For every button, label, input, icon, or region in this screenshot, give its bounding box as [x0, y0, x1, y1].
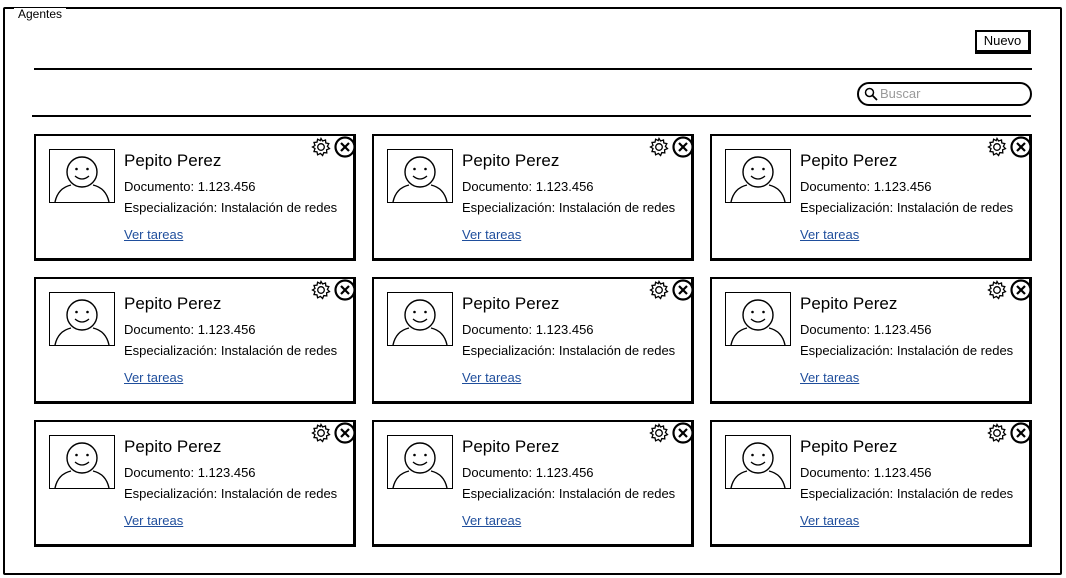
agent-document: Documento: 1.123.456 — [124, 465, 256, 480]
agent-name: Pepito Perez — [462, 437, 560, 456]
close-icon[interactable] — [672, 136, 694, 158]
agent-card: Pepito Perez Documento: 1.123.456 Especial… — [372, 134, 694, 261]
close-icon[interactable] — [334, 279, 356, 301]
agent-specialization: Especialización: Instalación de redes — [124, 200, 338, 215]
agent-document: Documento: 1.123.456 — [462, 465, 594, 480]
avatar — [49, 292, 115, 346]
agent-document: Documento: 1.123.456 — [462, 322, 594, 337]
agent-specialization: Especialización: Instalación de redes — [124, 486, 338, 501]
agent-name: Pepito Perez — [124, 294, 222, 313]
agent-name: Pepito Perez — [800, 437, 898, 456]
close-icon[interactable] — [1010, 422, 1032, 444]
divider-top — [34, 68, 1032, 70]
agent-name: Pepito Perez — [462, 151, 560, 170]
agent-document: Documento: 1.123.456 — [800, 322, 932, 337]
agent-card: Pepito Perez Documento: 1.123.456 Especial… — [34, 277, 356, 404]
agent-document: Documento: 1.123.456 — [800, 179, 932, 194]
avatar — [49, 435, 115, 489]
search-icon — [864, 87, 878, 101]
view-tasks-link[interactable]: Ver tareas — [124, 513, 183, 529]
agent-card: Pepito Perez Documento: 1.123.456 Especial… — [34, 134, 356, 261]
view-tasks-link[interactable]: Ver tareas — [124, 370, 183, 386]
divider-bottom — [32, 115, 1031, 117]
agent-specialization: Especialización: Instalación de redes — [800, 200, 1014, 215]
agent-card: Pepito Perez Documento: 1.123.456 Especial… — [372, 420, 694, 547]
view-tasks-link[interactable]: Ver tareas — [124, 227, 183, 243]
agent-specialization: Especialización: Instalación de redes — [462, 486, 676, 501]
avatar — [725, 149, 791, 203]
agent-name: Pepito Perez — [462, 294, 560, 313]
gear-icon[interactable] — [987, 423, 1007, 443]
avatar — [725, 292, 791, 346]
agent-name: Pepito Perez — [800, 151, 898, 170]
search-placeholder: Buscar — [880, 86, 921, 101]
avatar — [387, 149, 453, 203]
gear-icon[interactable] — [311, 423, 331, 443]
view-tasks-link[interactable]: Ver tareas — [800, 370, 859, 386]
close-icon[interactable] — [672, 279, 694, 301]
agent-document: Documento: 1.123.456 — [124, 322, 256, 337]
close-icon[interactable] — [1010, 136, 1032, 158]
agent-card: Pepito Perez Documento: 1.123.456 Especial… — [710, 134, 1032, 261]
avatar — [725, 435, 791, 489]
agent-specialization: Especialización: Instalación de redes — [800, 486, 1014, 501]
agent-card: Pepito Perez Documento: 1.123.456 Especial… — [34, 420, 356, 547]
agent-specialization: Especialización: Instalación de redes — [462, 200, 676, 215]
view-tasks-link[interactable]: Ver tareas — [800, 513, 859, 529]
close-icon[interactable] — [1010, 279, 1032, 301]
avatar — [49, 149, 115, 203]
close-icon[interactable] — [334, 422, 356, 444]
avatar — [387, 292, 453, 346]
gear-icon[interactable] — [649, 137, 669, 157]
agent-name: Pepito Perez — [800, 294, 898, 313]
gear-icon[interactable] — [311, 137, 331, 157]
agent-specialization: Especialización: Instalación de redes — [800, 343, 1014, 358]
agent-specialization: Especialización: Instalación de redes — [462, 343, 676, 358]
agent-specialization: Especialización: Instalación de redes — [124, 343, 338, 358]
close-icon[interactable] — [334, 136, 356, 158]
view-tasks-link[interactable]: Ver tareas — [462, 513, 521, 529]
gear-icon[interactable] — [649, 423, 669, 443]
agent-card: Pepito Perez Documento: 1.123.456 Especial… — [710, 277, 1032, 404]
close-icon[interactable] — [672, 422, 694, 444]
new-agent-button[interactable]: Nuevo — [975, 30, 1031, 54]
agent-document: Documento: 1.123.456 — [124, 179, 256, 194]
search-input[interactable]: Buscar — [857, 82, 1032, 106]
view-tasks-link[interactable]: Ver tareas — [800, 227, 859, 243]
agent-name: Pepito Perez — [124, 151, 222, 170]
gear-icon[interactable] — [649, 280, 669, 300]
agent-document: Documento: 1.123.456 — [800, 465, 932, 480]
window-title: Agentes — [14, 8, 67, 21]
gear-icon[interactable] — [311, 280, 331, 300]
gear-icon[interactable] — [987, 280, 1007, 300]
agent-document: Documento: 1.123.456 — [462, 179, 594, 194]
avatar — [387, 435, 453, 489]
agent-name: Pepito Perez — [124, 437, 222, 456]
agent-card: Pepito Perez Documento: 1.123.456 Especial… — [372, 277, 694, 404]
view-tasks-link[interactable]: Ver tareas — [462, 227, 521, 243]
view-tasks-link[interactable]: Ver tareas — [462, 370, 521, 386]
gear-icon[interactable] — [987, 137, 1007, 157]
agent-card: Pepito Perez Documento: 1.123.456 Especial… — [710, 420, 1032, 547]
